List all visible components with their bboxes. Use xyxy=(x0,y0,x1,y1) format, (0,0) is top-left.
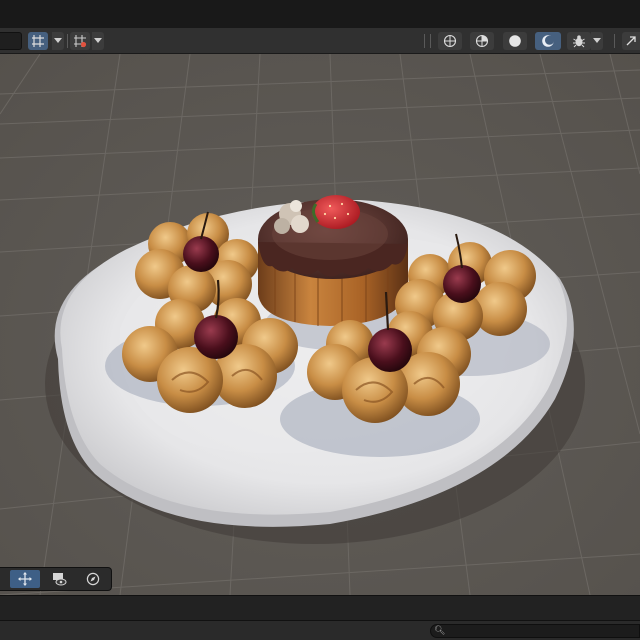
scene-overlay-toolbar xyxy=(0,567,112,591)
navigation-button[interactable] xyxy=(78,570,108,588)
chevron-down-icon xyxy=(54,38,62,43)
increment-snap-dropdown[interactable] xyxy=(92,32,104,50)
shaded-wireframe-button[interactable] xyxy=(470,32,494,50)
scene-visibility-button[interactable] xyxy=(44,570,74,588)
lit-toggle-button[interactable] xyxy=(535,32,561,50)
toolbar-field[interactable] xyxy=(0,32,22,50)
scene-toolbar xyxy=(0,28,640,54)
scene-visibility-icon xyxy=(53,573,67,586)
scene-viewport[interactable] xyxy=(0,54,640,595)
camera-icon xyxy=(626,36,636,46)
move-tool-icon xyxy=(18,572,32,586)
wireframe-shading-button[interactable] xyxy=(438,32,462,50)
scene-render xyxy=(0,54,640,595)
shaded-icon xyxy=(509,35,521,47)
increment-snap-icon xyxy=(74,35,87,48)
chevron-down-icon xyxy=(593,38,601,43)
chevron-down-icon xyxy=(94,38,102,43)
wireframe-shading-icon xyxy=(443,34,457,48)
navigation-compass-icon xyxy=(86,572,100,586)
strawberry xyxy=(311,195,360,229)
grid-snap-dropdown[interactable] xyxy=(52,32,64,50)
gizmos-button[interactable] xyxy=(567,32,591,50)
gizmos-bug-icon xyxy=(573,35,585,48)
move-tool-button[interactable] xyxy=(10,570,40,588)
increment-snap-button[interactable] xyxy=(70,32,90,50)
shaded-wireframe-icon xyxy=(475,34,489,48)
editor-title-bar xyxy=(0,0,640,28)
search-icon: 🔍︎ xyxy=(434,626,446,636)
grid-snap-button[interactable] xyxy=(28,32,48,50)
search-input[interactable]: 🔍︎ xyxy=(430,624,640,638)
shaded-button[interactable] xyxy=(503,32,527,50)
lit-toggle-icon xyxy=(542,35,555,47)
grid-snap-icon xyxy=(32,35,44,47)
gizmos-dropdown[interactable] xyxy=(591,32,603,50)
project-toolbar: 🔍︎ xyxy=(0,620,640,640)
panel-divider-bar xyxy=(0,595,640,620)
cake xyxy=(258,195,408,326)
scene-camera-button[interactable] xyxy=(622,32,640,50)
